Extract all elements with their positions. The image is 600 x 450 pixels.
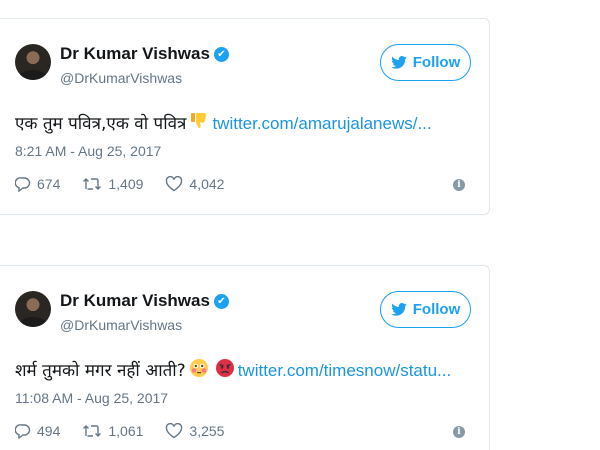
twitter-bird-icon bbox=[390, 303, 407, 316]
avatar[interactable] bbox=[15, 291, 51, 327]
author-name-row[interactable]: Dr Kumar Vishwas ✔ bbox=[60, 44, 229, 64]
retweet-count: 1,409 bbox=[108, 176, 144, 192]
author-name-row[interactable]: Dr Kumar Vishwas ✔ bbox=[60, 291, 229, 311]
tweet-body: शर्म तुमको मगर नहीं आती? bbox=[15, 361, 186, 381]
like-count: 4,042 bbox=[189, 176, 225, 192]
tweet-link[interactable]: twitter.com/timesnow/statu... bbox=[238, 361, 452, 380]
tweet-actions: 674 1,409 4,042 bbox=[15, 176, 246, 192]
tweet-embeds-page: Dr Kumar Vishwas ✔ @DrKumarVishwas Follow… bbox=[0, 0, 600, 450]
author-name[interactable]: Dr Kumar Vishwas bbox=[60, 291, 210, 310]
tweet-text: शर्म तुमको मगर नहीं आती? twitter.com/time… bbox=[15, 358, 451, 385]
tweet-card[interactable]: Dr Kumar Vishwas ✔ @DrKumarVishwas Follow… bbox=[0, 265, 490, 450]
retweet-count: 1,061 bbox=[108, 423, 144, 439]
follow-button[interactable]: Follow bbox=[380, 44, 471, 81]
tweet-card[interactable]: Dr Kumar Vishwas ✔ @DrKumarVishwas Follow… bbox=[0, 18, 490, 215]
retweet-icon bbox=[82, 176, 102, 192]
reply-count: 674 bbox=[37, 176, 61, 192]
retweet-icon bbox=[82, 423, 102, 439]
retweet-action[interactable]: 1,409 bbox=[82, 176, 143, 192]
heart-icon bbox=[165, 423, 183, 439]
avatar[interactable] bbox=[15, 44, 51, 80]
twitter-bird-icon bbox=[390, 56, 407, 69]
tweet-text: एक तुम पवित्र,एक वो पवित्र twitter.com/am… bbox=[15, 111, 432, 138]
info-icon[interactable]: i bbox=[453, 179, 465, 191]
reply-action[interactable]: 494 bbox=[15, 423, 60, 439]
like-count: 3,255 bbox=[189, 423, 225, 439]
thumbs-down-icon bbox=[189, 111, 209, 138]
follow-label: Follow bbox=[412, 301, 461, 318]
reply-icon bbox=[15, 423, 31, 439]
tweet-link[interactable]: twitter.com/amarujalanews/... bbox=[212, 114, 431, 133]
like-action[interactable]: 4,042 bbox=[165, 176, 224, 192]
follow-button[interactable]: Follow bbox=[380, 291, 471, 328]
verified-badge-icon: ✔ bbox=[213, 47, 229, 62]
author-handle[interactable]: @DrKumarVishwas bbox=[60, 317, 182, 333]
info-icon[interactable]: i bbox=[453, 426, 465, 438]
tweet-timestamp[interactable]: 8:21 AM - Aug 25, 2017 bbox=[15, 143, 161, 159]
reply-icon bbox=[15, 176, 31, 192]
tweet-timestamp[interactable]: 11:08 AM - Aug 25, 2017 bbox=[15, 390, 168, 406]
tweet-body: एक तुम पवित्र,एक वो पवित्र bbox=[15, 114, 187, 134]
author-handle[interactable]: @DrKumarVishwas bbox=[60, 70, 182, 86]
reply-action[interactable]: 674 bbox=[15, 176, 60, 192]
verified-badge-icon: ✔ bbox=[213, 294, 229, 309]
tweet-actions: 494 1,061 3,255 bbox=[15, 423, 246, 439]
follow-label: Follow bbox=[412, 54, 461, 71]
retweet-action[interactable]: 1,061 bbox=[82, 423, 143, 439]
reply-count: 494 bbox=[37, 423, 61, 439]
angry-face-icon bbox=[215, 358, 235, 385]
author-name[interactable]: Dr Kumar Vishwas bbox=[60, 44, 210, 63]
flushed-face-icon bbox=[189, 358, 209, 385]
heart-icon bbox=[165, 176, 183, 192]
like-action[interactable]: 3,255 bbox=[165, 423, 224, 439]
